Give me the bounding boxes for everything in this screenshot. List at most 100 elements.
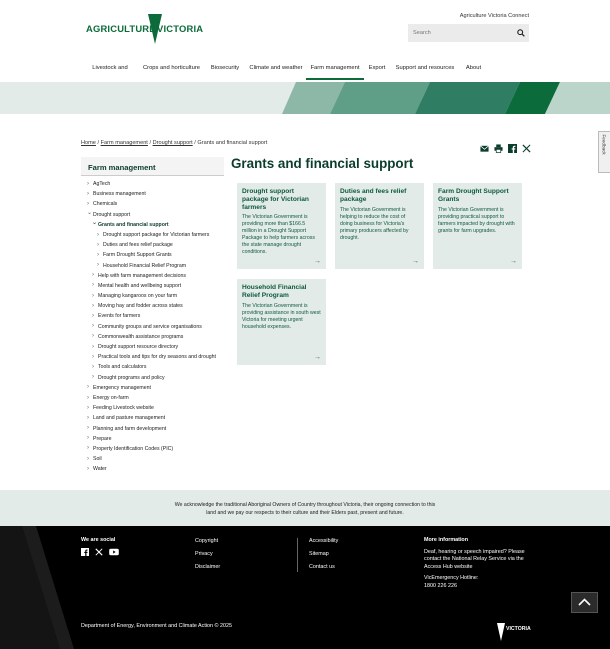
footer-links-site: Accessibility Sitemap Contact us xyxy=(309,538,338,576)
more-information-heading: More information xyxy=(424,537,469,543)
breadcrumb-drought-support[interactable]: Drought support xyxy=(153,140,193,146)
card-text: The Victorian Government is providing mo… xyxy=(242,214,315,256)
sidebar-item-farm-drought-support-grants[interactable]: Farm Drought Support Grants xyxy=(81,250,224,260)
relay-service-text[interactable]: Deaf, hearing or speech impaired? Please… xyxy=(424,549,534,572)
card-household-financial-relief[interactable]: Household Financial Relief Program The V… xyxy=(237,279,326,365)
sidebar-item-pic[interactable]: Property Identification Codes (PIC) xyxy=(81,444,224,454)
sidebar-item-feeding-livestock[interactable]: Feeding Livestock website xyxy=(81,403,224,413)
acknowledgement-line-1: We acknowledge the traditional Aborigina… xyxy=(174,502,436,508)
breadcrumb-home[interactable]: Home xyxy=(81,140,96,146)
nav-about[interactable]: About xyxy=(460,58,487,80)
youtube-icon[interactable] xyxy=(109,548,119,557)
acknowledgement-line-2: land and we pay our respects to their cu… xyxy=(206,510,404,516)
x-icon[interactable] xyxy=(95,548,104,557)
sidebar-item-resource-directory[interactable]: Drought support resource directory xyxy=(81,342,224,352)
sidebar-item-drought-support-package[interactable]: Drought support package for Victorian fa… xyxy=(81,230,224,240)
sidebar-item-mental-health[interactable]: Mental health and wellbeing support xyxy=(81,281,224,291)
nav-export[interactable]: Export xyxy=(364,58,390,80)
breadcrumb-farm-management[interactable]: Farm management xyxy=(101,140,148,146)
card-farm-drought-support-grants[interactable]: Farm Drought Support Grants The Victoria… xyxy=(433,183,522,269)
email-icon[interactable] xyxy=(480,140,489,152)
sidebar-item-commonwealth-assistance[interactable]: Commonwealth assistance programs xyxy=(81,332,224,342)
sidebar-item-tools-and-calculators[interactable]: Tools and calculators xyxy=(81,362,224,372)
sidebar-item-business-management[interactable]: Business management xyxy=(81,189,224,199)
sidebar-item-help-with-decisions[interactable]: Help with farm management decisions xyxy=(81,271,224,281)
victoria-state-government-logo[interactable]: VICTORIA xyxy=(497,623,531,641)
sidebar-item-practical-tools[interactable]: Practical tools and tips for dry seasons… xyxy=(81,352,224,362)
sidebar-item-events-for-farmers[interactable]: Events for farmers xyxy=(81,311,224,321)
back-to-top-button[interactable] xyxy=(571,592,598,613)
page-banner xyxy=(0,82,610,114)
sidebar-item-soil[interactable]: Soil xyxy=(81,454,224,464)
sidebar-item-managing-kangaroos[interactable]: Managing kangaroos on your farm xyxy=(81,291,224,301)
search-input[interactable] xyxy=(408,24,513,42)
sidebar-item-chemicals[interactable]: Chemicals xyxy=(81,199,224,209)
banner-decoration xyxy=(0,82,610,114)
footer-link-contact-us[interactable]: Contact us xyxy=(309,564,338,570)
feedback-label: Feedback xyxy=(601,134,607,155)
chevron-up-icon xyxy=(578,598,591,606)
nav-support-and-resources[interactable]: Support and resources xyxy=(390,58,460,80)
card-text: The Victorian Government is providing as… xyxy=(242,302,321,330)
main-navigation: Livestock and animals Crops and horticul… xyxy=(81,58,529,92)
feedback-tab[interactable]: Feedback xyxy=(598,131,610,173)
footer-divider xyxy=(297,538,298,572)
breadcrumb-separator: / xyxy=(194,140,196,146)
facebook-icon[interactable] xyxy=(508,140,517,153)
sidebar-item-community-groups[interactable]: Community groups and service organisatio… xyxy=(81,322,224,332)
arrow-right-icon: → xyxy=(314,258,321,265)
arrow-right-icon: → xyxy=(314,354,321,361)
sidebar-navigation: Farm management AgTech Business manageme… xyxy=(81,157,224,474)
agriculture-victoria-connect-link[interactable]: Agriculture Victoria Connect xyxy=(440,13,529,19)
footer-link-disclaimer[interactable]: Disclaimer xyxy=(195,564,220,570)
social-heading: We are social xyxy=(81,537,116,543)
card-text: The Victorian Government is providing pr… xyxy=(438,206,515,234)
footer-link-accessibility[interactable]: Accessibility xyxy=(309,538,338,544)
agriculture-victoria-logo[interactable]: AGRICULTURE VICTORIA xyxy=(86,14,210,44)
card-drought-support-package[interactable]: Drought support package for Victorian fa… xyxy=(237,183,326,269)
sidebar-item-drought-programs[interactable]: Drought programs and policy xyxy=(81,373,224,383)
footer-link-copyright[interactable]: Copyright xyxy=(195,538,220,544)
card-duties-and-fees-relief[interactable]: Duties and fees relief package The Victo… xyxy=(335,183,424,269)
sidebar-title[interactable]: Farm management xyxy=(81,157,224,176)
nav-farm-management[interactable]: Farm management xyxy=(306,58,364,80)
sidebar-item-moving-hay[interactable]: Moving hay and fodder across states xyxy=(81,301,224,311)
sidebar-item-grants-and-financial-support[interactable]: Grants and financial support xyxy=(81,220,224,230)
facebook-icon[interactable] xyxy=(81,548,90,557)
sidebar-item-duties-and-fees-relief[interactable]: Duties and fees relief package xyxy=(81,240,224,250)
footer-links-legal: Copyright Privacy Disclaimer xyxy=(195,538,220,576)
hotline-number[interactable]: 1800 226 226 xyxy=(424,583,534,591)
sidebar-item-drought-support[interactable]: Drought support xyxy=(81,210,224,220)
sidebar-item-household-financial-relief[interactable]: Household Financial Relief Program xyxy=(81,261,224,271)
footer-more-information: More information Deaf, hearing or speech… xyxy=(424,537,534,591)
nav-livestock-and-animals[interactable]: Livestock and animals xyxy=(81,58,139,92)
sidebar-item-planning-and-development[interactable]: Planning and farm development xyxy=(81,424,224,434)
card-title: Farm Drought Support Grants xyxy=(438,188,509,203)
nav-crops-and-horticulture[interactable]: Crops and horticulture xyxy=(139,58,204,80)
search-icon[interactable] xyxy=(517,29,525,37)
footer-link-sitemap[interactable]: Sitemap xyxy=(309,551,338,557)
sidebar-list: AgTech Business management Chemicals Dro… xyxy=(81,179,224,474)
x-icon[interactable] xyxy=(522,140,531,153)
nav-climate-and-weather[interactable]: Climate and weather xyxy=(246,58,306,80)
breadcrumb: Home / Farm management / Drought support… xyxy=(81,140,267,146)
footer-decoration xyxy=(0,526,74,649)
share-tools xyxy=(480,140,531,153)
hotline-label: VicEmergency Hotline: xyxy=(424,575,479,582)
sidebar-item-energy-on-farm[interactable]: Energy on-farm xyxy=(81,393,224,403)
sidebar-item-emergency-management[interactable]: Emergency management xyxy=(81,383,224,393)
sidebar-item-prepare[interactable]: Prepare xyxy=(81,434,224,444)
arrow-right-icon: → xyxy=(510,258,517,265)
search-box xyxy=(408,24,529,42)
social-links xyxy=(81,548,119,557)
site-header: AGRICULTURE VICTORIA Agriculture Victori… xyxy=(0,0,610,56)
logo-text-victoria: VICTORIA xyxy=(157,23,204,34)
sidebar-item-water[interactable]: Water xyxy=(81,464,224,474)
nav-biosecurity[interactable]: Biosecurity xyxy=(204,58,246,80)
logo-text-agriculture: AGRICULTURE xyxy=(86,23,156,34)
print-icon[interactable] xyxy=(494,140,503,153)
breadcrumb-current: Grants and financial support xyxy=(197,140,268,146)
sidebar-item-agtech[interactable]: AgTech xyxy=(81,179,224,189)
footer-link-privacy[interactable]: Privacy xyxy=(195,551,220,557)
sidebar-item-land-and-pasture[interactable]: Land and pasture management xyxy=(81,413,224,423)
